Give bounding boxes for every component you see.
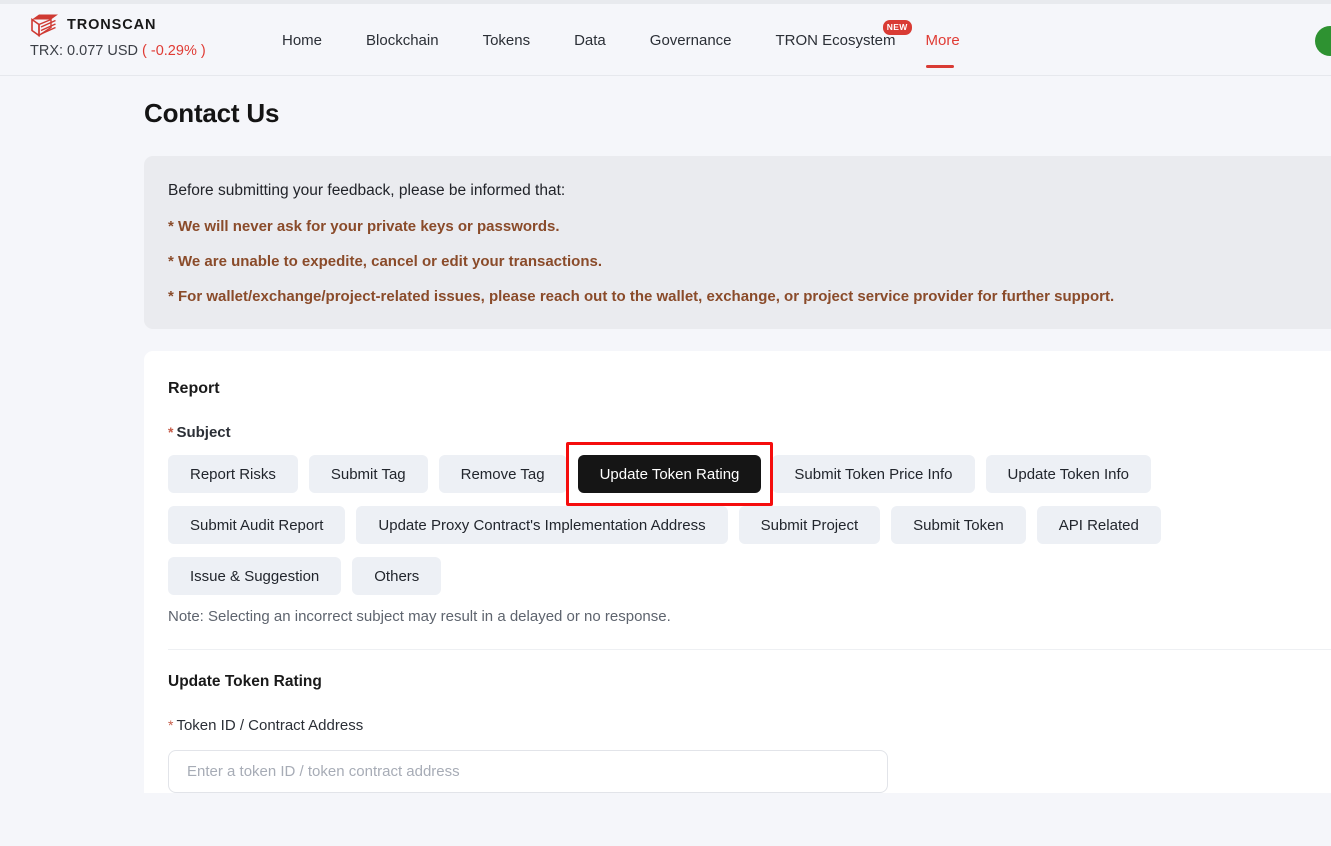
report-card: Report * Subject Report Risks Submit Tag … (144, 351, 1331, 793)
subject-chip-api-related[interactable]: API Related (1036, 506, 1161, 544)
subject-chip-update-token-info[interactable]: Update Token Info (985, 455, 1152, 493)
subject-chip-submit-token[interactable]: Submit Token (891, 506, 1026, 544)
report-heading: Report (168, 380, 220, 397)
subject-chip-others[interactable]: Others (352, 557, 442, 595)
subject-chip-row: Submit Audit Report Update Proxy Contrac… (168, 506, 1331, 544)
subject-chip-row: Report Risks Submit Tag Remove Tag Updat… (168, 442, 1331, 506)
notice-line: * We will never ask for your private key… (168, 218, 560, 235)
subject-chip-group: Report Risks Submit Tag Remove Tag Updat… (168, 442, 1331, 595)
section-divider (168, 649, 1331, 650)
nav-item-tokens[interactable]: Tokens (461, 31, 553, 51)
subject-note: Note: Selecting an incorrect subject may… (168, 608, 671, 625)
header-right-actions (1315, 26, 1331, 56)
avatar[interactable] (1315, 26, 1331, 56)
subject-chip-submit-tag[interactable]: Submit Tag (308, 455, 428, 493)
nav-item-more[interactable]: More (902, 31, 982, 68)
notice-panel: Before submitting your feedback, please … (144, 156, 1331, 329)
subject-label: * Subject (168, 424, 1331, 441)
token-id-label: * Token ID / Contract Address (168, 717, 1331, 734)
nav-item-blockchain[interactable]: Blockchain (344, 31, 461, 51)
required-asterisk-icon: * (168, 717, 174, 733)
page-body: Contact Us Before submitting your feedba… (0, 76, 1331, 846)
nav-item-governance[interactable]: Governance (628, 31, 754, 51)
token-id-input[interactable] (168, 750, 888, 793)
subject-chip-submit-project[interactable]: Submit Project (738, 506, 881, 544)
form-section-heading: Update Token Rating (168, 673, 322, 690)
brand-logo-link[interactable]: TRONSCAN (30, 13, 260, 37)
subject-chip-submit-token-price-info[interactable]: Submit Token Price Info (772, 455, 975, 493)
trx-price-ticker: TRX: 0.077 USD ( -0.29% ) (30, 43, 260, 59)
page-title: Contact Us (144, 98, 280, 128)
subject-chip-remove-tag[interactable]: Remove Tag (438, 455, 567, 493)
nav-item-more-label: More (925, 32, 960, 49)
subject-chip-update-token-rating[interactable]: Update Token Rating (577, 455, 762, 493)
brand-block: TRONSCAN TRX: 0.077 USD ( -0.29% ) (30, 4, 260, 59)
nav-item-tron-ecosystem-label: TRON Ecosystem (775, 32, 896, 49)
token-id-label-text: Token ID / Contract Address (176, 717, 364, 734)
subject-chip-update-proxy-contract-implementation-address[interactable]: Update Proxy Contract's Implementation A… (356, 506, 728, 544)
content-column: Contact Us Before submitting your feedba… (144, 76, 1331, 793)
brand-name: TRONSCAN (67, 17, 157, 33)
main-nav: Home Blockchain Tokens Data Governance T… (260, 4, 982, 68)
required-asterisk-icon: * (168, 424, 174, 440)
subject-chip-row: Issue & Suggestion Others (168, 557, 1331, 595)
stacked-books-icon (31, 14, 58, 37)
subject-label-text: Subject (176, 424, 231, 441)
nav-item-tron-ecosystem[interactable]: TRON Ecosystem NEW (754, 20, 912, 51)
subject-chip-submit-audit-report[interactable]: Submit Audit Report (168, 506, 346, 544)
nav-item-home[interactable]: Home (260, 31, 344, 51)
nav-active-indicator (925, 64, 954, 68)
subject-chip-report-risks[interactable]: Report Risks (168, 455, 298, 493)
nav-item-data[interactable]: Data (552, 31, 628, 51)
trx-price-change: ( -0.29% ) (142, 43, 206, 59)
site-header: TRONSCAN TRX: 0.077 USD ( -0.29% ) Home … (0, 4, 1331, 76)
subject-chip-issue-and-suggestion[interactable]: Issue & Suggestion (168, 557, 342, 595)
notice-lead-text: Before submitting your feedback, please … (168, 182, 566, 199)
selected-subject-highlight: Update Token Rating (565, 442, 774, 506)
notice-line: * We are unable to expedite, cancel or e… (168, 253, 603, 270)
notice-line: * For wallet/exchange/project-related is… (168, 288, 1115, 305)
trx-price-value: TRX: 0.077 USD (30, 43, 138, 59)
